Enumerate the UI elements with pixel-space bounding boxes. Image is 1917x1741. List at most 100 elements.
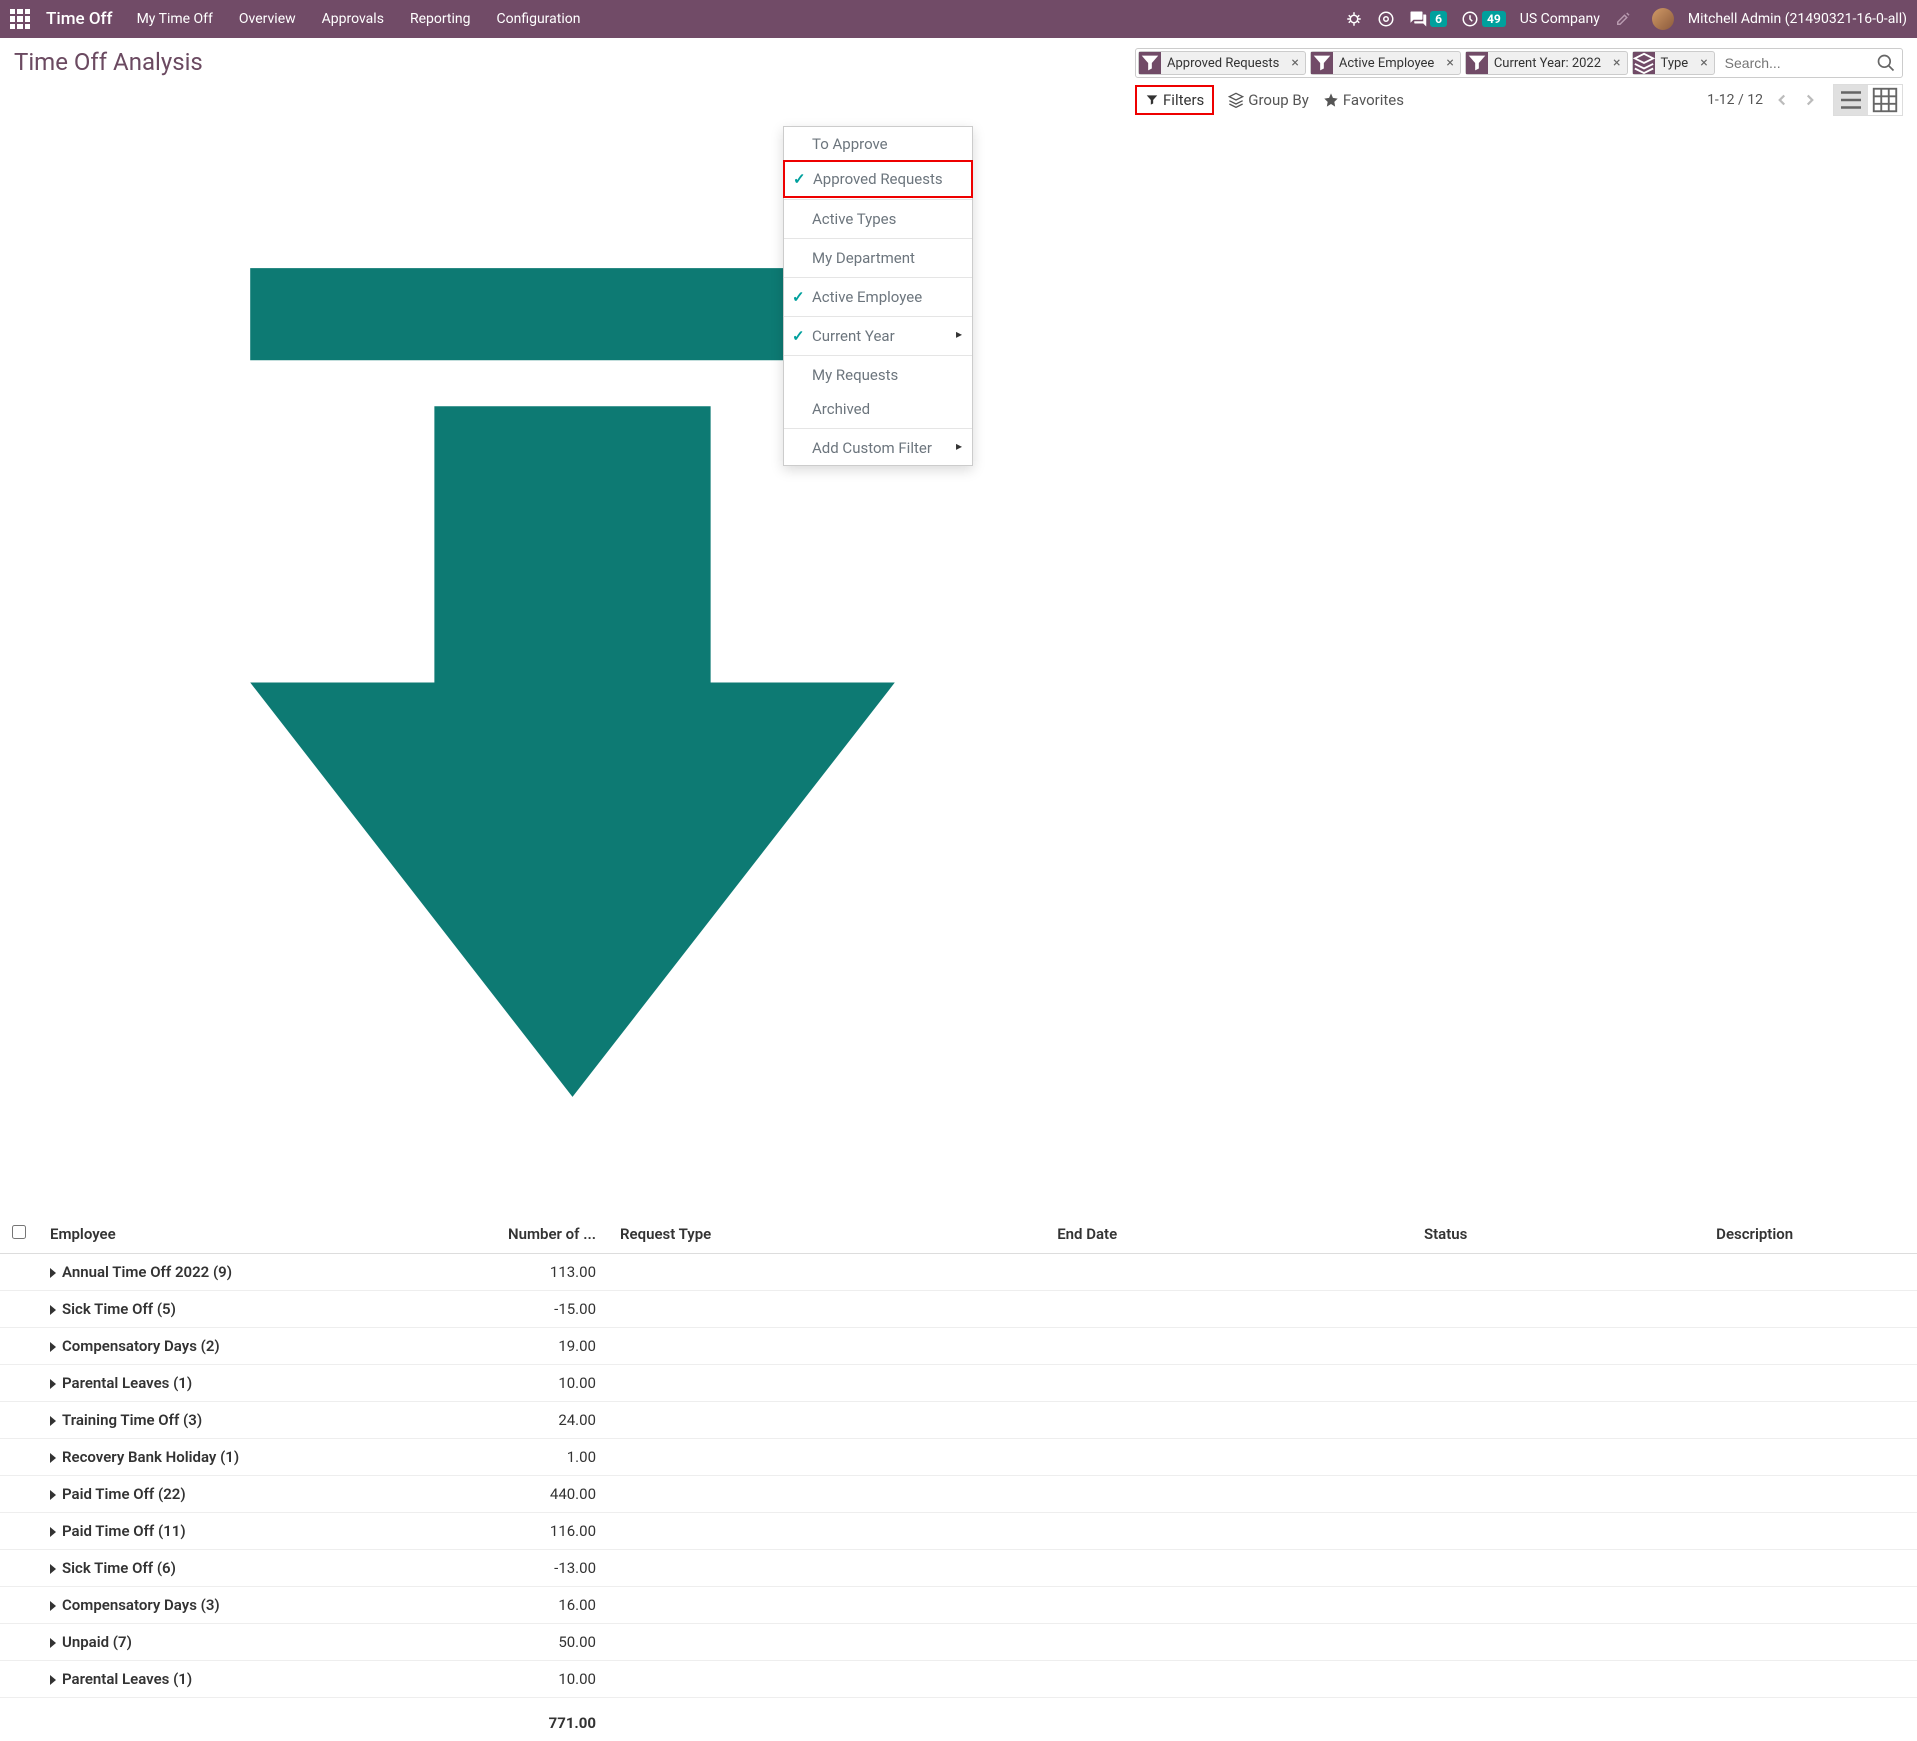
total-value: 771.00 <box>458 1698 608 1741</box>
facet-active-employee: Active Employee × <box>1310 51 1461 75</box>
search-icon[interactable] <box>1876 53 1896 73</box>
menu-configuration[interactable]: Configuration <box>497 11 581 27</box>
row-label: Parental Leaves (1) <box>62 1670 192 1688</box>
funnel-icon <box>1466 52 1488 74</box>
pager-next[interactable] <box>1801 91 1819 109</box>
funnel-icon <box>1145 93 1159 107</box>
chat-count: 6 <box>1430 11 1447 27</box>
app-name[interactable]: Time Off <box>46 9 113 29</box>
filter-option[interactable]: Approved Requests <box>783 160 973 198</box>
filter-option[interactable]: My Requests <box>784 358 972 392</box>
menu-approvals[interactable]: Approvals <box>322 11 384 27</box>
groupby-button[interactable]: Group By <box>1228 91 1309 109</box>
table-row[interactable]: Paid Time Off (22)440.00 <box>0 1476 1917 1513</box>
row-value: 440.00 <box>458 1476 608 1513</box>
expand-icon[interactable] <box>50 1342 56 1352</box>
filters-button[interactable]: Filters <box>1135 85 1214 115</box>
table-row[interactable]: Parental Leaves (1) 10.00 <box>0 1365 1917 1402</box>
list-view-button[interactable] <box>1834 85 1868 115</box>
col-status[interactable]: Status <box>1294 1215 1566 1254</box>
select-all-checkbox[interactable] <box>12 1225 26 1239</box>
menu-reporting[interactable]: Reporting <box>410 11 471 27</box>
col-description[interactable]: Description <box>1566 1215 1917 1254</box>
row-value: 1.00 <box>458 1439 608 1476</box>
table-row[interactable]: Recovery Bank Holiday (1) 1.00 <box>0 1439 1917 1476</box>
col-number[interactable]: Number of ... <box>458 1215 608 1254</box>
avatar[interactable] <box>1652 8 1674 30</box>
table-row[interactable]: Annual Time Off 2022 (9)113.00 <box>0 1254 1917 1291</box>
search-bar[interactable]: Approved Requests × Active Employee × Cu… <box>1135 48 1903 78</box>
row-label: Training Time Off (3) <box>62 1411 202 1429</box>
facet-approved-requests: Approved Requests × <box>1138 51 1306 75</box>
row-value: 113.00 <box>458 1254 608 1291</box>
facet-remove[interactable]: × <box>1607 55 1626 71</box>
row-label: Sick Time Off (6) <box>62 1559 176 1577</box>
view-switcher <box>1833 84 1903 116</box>
menu-overview[interactable]: Overview <box>239 11 296 27</box>
search-input[interactable] <box>1719 52 1868 74</box>
row-value: 10.00 <box>458 1365 608 1402</box>
col-employee[interactable]: Employee <box>38 1215 458 1254</box>
filter-option[interactable]: Current Year <box>784 319 972 353</box>
table-row[interactable]: Compensatory Days (2)19.00 <box>0 1328 1917 1365</box>
row-value: 116.00 <box>458 1513 608 1550</box>
expand-icon[interactable] <box>50 1268 56 1278</box>
company-selector[interactable]: US Company <box>1520 11 1600 27</box>
facet-remove[interactable]: × <box>1285 55 1304 71</box>
expand-icon[interactable] <box>50 1601 56 1611</box>
user-menu[interactable]: Mitchell Admin (21490321-16-0-all) <box>1688 11 1907 27</box>
pivot-view-button[interactable] <box>1868 85 1902 115</box>
expand-icon[interactable] <box>50 1675 56 1685</box>
table-row[interactable]: Sick Time Off (5)-15.00 <box>0 1291 1917 1328</box>
expand-icon[interactable] <box>50 1490 56 1500</box>
facet-remove[interactable]: × <box>1694 55 1713 71</box>
facet-remove[interactable]: × <box>1440 55 1459 71</box>
filter-option[interactable]: My Department <box>784 241 972 275</box>
expand-icon[interactable] <box>50 1453 56 1463</box>
menu-my-time-off[interactable]: My Time Off <box>137 11 213 27</box>
download-icon[interactable] <box>20 1177 1125 1193</box>
row-label: Paid Time Off (11) <box>62 1522 186 1540</box>
row-label: Recovery Bank Holiday (1) <box>62 1448 239 1466</box>
pager-prev[interactable] <box>1773 91 1791 109</box>
favorites-button[interactable]: Favorites <box>1323 91 1404 109</box>
funnel-icon <box>1311 52 1333 74</box>
col-end-date[interactable]: End Date <box>777 1215 1294 1254</box>
topbar: Time Off My Time Off Overview Approvals … <box>0 0 1917 38</box>
layers-icon <box>1228 92 1244 108</box>
table-row[interactable]: Compensatory Days (3)16.00 <box>0 1587 1917 1624</box>
filter-option[interactable]: Active Types <box>784 202 972 236</box>
table-row[interactable]: Unpaid (7)50.00 <box>0 1624 1917 1661</box>
expand-icon[interactable] <box>50 1379 56 1389</box>
row-label: Compensatory Days (2) <box>62 1337 220 1355</box>
table-row[interactable]: Training Time Off (3) 24.00 <box>0 1402 1917 1439</box>
pager-text[interactable]: 1-12 / 12 <box>1707 92 1763 108</box>
row-label: Parental Leaves (1) <box>62 1374 192 1392</box>
activity-count: 49 <box>1482 11 1506 27</box>
filter-option[interactable]: Archived <box>784 392 972 426</box>
expand-icon[interactable] <box>50 1416 56 1426</box>
filters-dropdown: To ApproveApproved Requests Active Types M… <box>783 126 973 466</box>
row-value: 10.00 <box>458 1661 608 1698</box>
apps-icon[interactable] <box>10 9 30 29</box>
table-row[interactable]: Parental Leaves (1) 10.00 <box>0 1661 1917 1698</box>
expand-icon[interactable] <box>50 1564 56 1574</box>
expand-icon[interactable] <box>50 1305 56 1315</box>
funnel-icon <box>1139 52 1161 74</box>
table-row[interactable]: Sick Time Off (6)-13.00 <box>0 1550 1917 1587</box>
row-value: -15.00 <box>458 1291 608 1328</box>
expand-icon[interactable] <box>50 1638 56 1648</box>
table-row[interactable]: Paid Time Off (11) 116.00 <box>0 1513 1917 1550</box>
support-icon[interactable] <box>1377 10 1395 28</box>
activity-icon[interactable]: 49 <box>1461 10 1506 28</box>
bug-icon[interactable] <box>1345 10 1363 28</box>
row-value: 24.00 <box>458 1402 608 1439</box>
expand-icon[interactable] <box>50 1527 56 1537</box>
messaging-icon[interactable]: 6 <box>1409 10 1447 28</box>
tools-icon[interactable] <box>1614 10 1632 28</box>
filter-option[interactable]: Active Employee <box>784 280 972 314</box>
data-table: Employee Number of ... Request Type End … <box>0 1215 1917 1741</box>
col-request-type[interactable]: Request Type <box>608 1215 777 1254</box>
filter-option[interactable]: To Approve <box>784 127 972 161</box>
filter-option[interactable]: Add Custom Filter <box>784 431 972 465</box>
